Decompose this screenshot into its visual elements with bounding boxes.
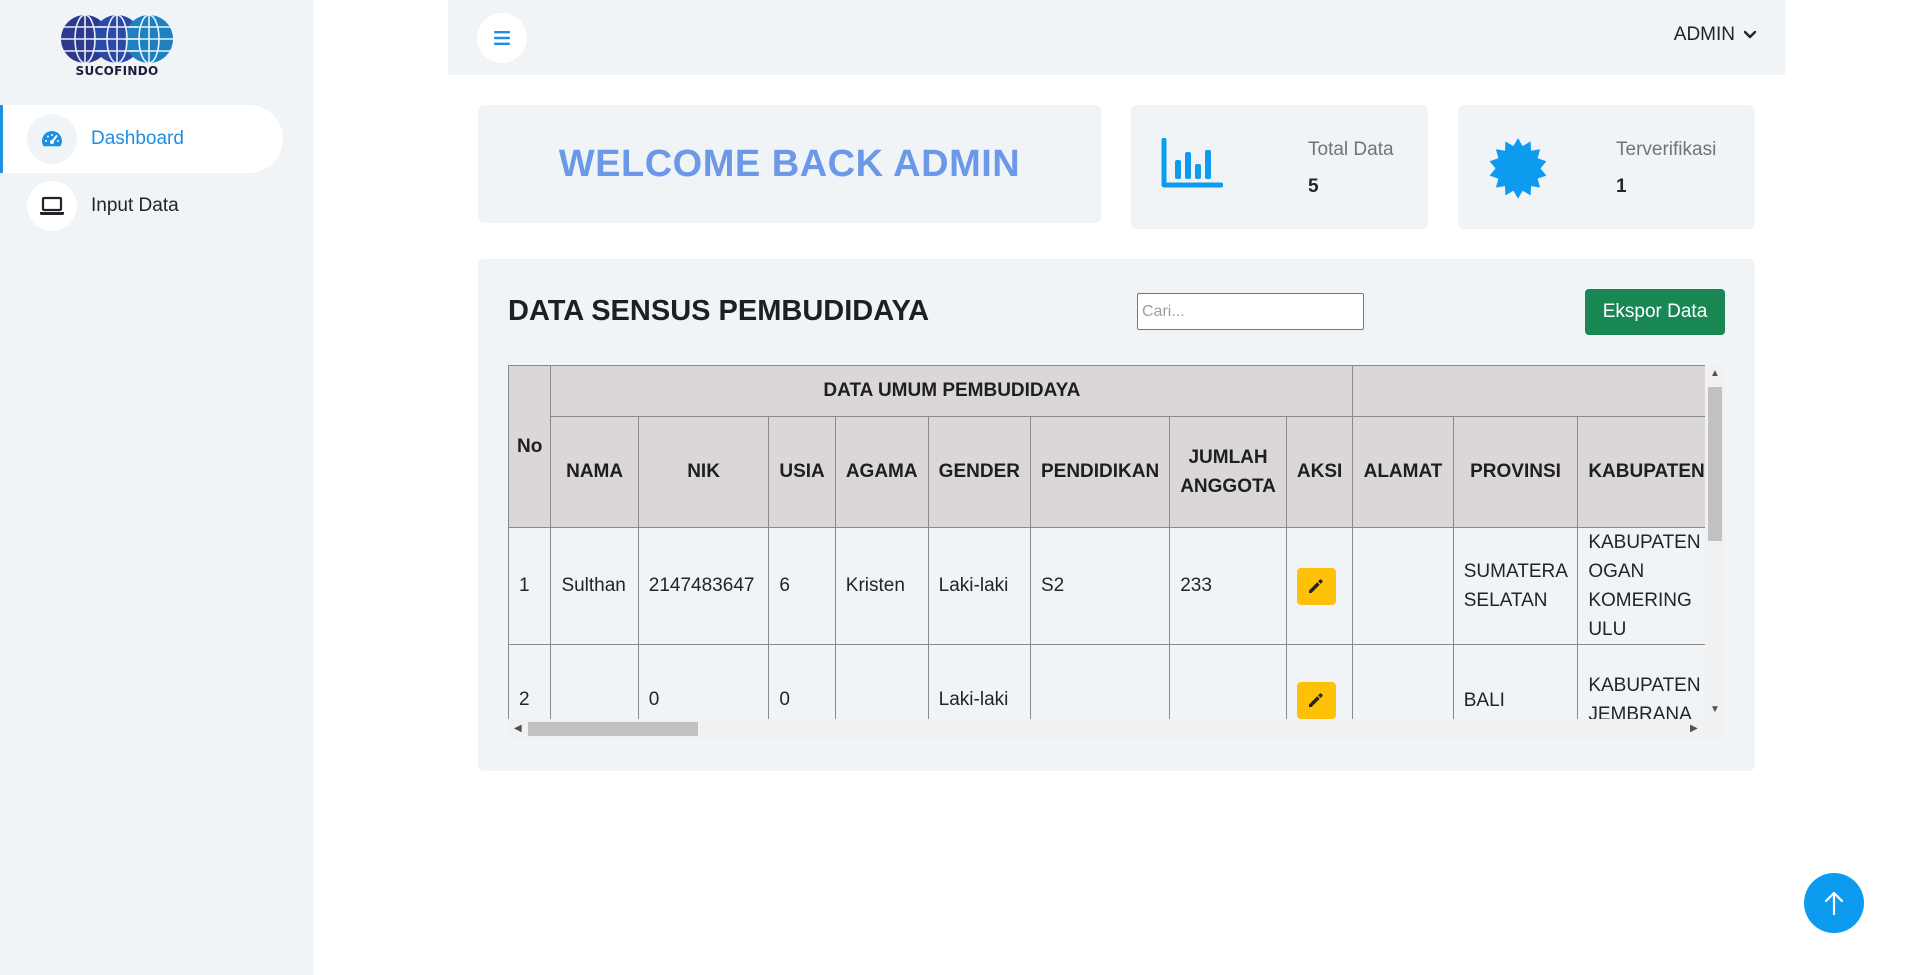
group-header-data-umum: DATA UMUM PEMBUDIDAYA: [550, 365, 1354, 417]
sidebar-item-label: Input Data: [91, 195, 179, 216]
cell-provinsi: SUMATERA SELATAN: [1452, 527, 1579, 645]
welcome-card: WELCOME BACK ADMIN: [478, 105, 1101, 223]
horizontal-scrollbar-thumb[interactable]: [528, 722, 698, 736]
verified-badge-icon: [1487, 137, 1549, 204]
table-title: DATA SENSUS PEMBUDIDAYA: [508, 295, 930, 327]
column-header-gender: GENDER: [927, 416, 1031, 528]
cell-kabupaten: KABUPATEN OGAN KOMERING ULU: [1577, 527, 1725, 645]
logo-text: SUCOFINDO: [75, 64, 159, 78]
cell-pendidikan: S2: [1029, 527, 1171, 645]
cell-alamat: [1352, 527, 1454, 645]
column-header-pendidikan: PENDIDIKAN: [1029, 416, 1171, 528]
scroll-left-arrow-icon[interactable]: ◀: [514, 724, 522, 734]
column-header-nik: NIK: [637, 416, 770, 528]
bar-chart-icon: [1161, 137, 1224, 195]
column-header-nama: NAMA: [550, 416, 639, 528]
group-header-empty: [1352, 365, 1725, 417]
topbar: ADMIN: [448, 0, 1785, 75]
user-menu-label: ADMIN: [1673, 24, 1735, 45]
search-input[interactable]: [1137, 293, 1364, 330]
column-header-kabupaten: KABUPATEN/: [1577, 416, 1725, 528]
table-viewport[interactable]: No DATA UMUM PEMBUDIDAYA NAMA NIK USIA A…: [508, 365, 1725, 739]
cell-jumlah-anggota: 233: [1169, 527, 1287, 645]
column-header-jumlah-anggota: JUMLAH ANGGOTA: [1169, 416, 1287, 528]
pencil-icon: [1309, 579, 1324, 593]
data-table-card: DATA SENSUS PEMBUDIDAYA Ekspor Data No D…: [478, 259, 1755, 771]
sidebar-item-dashboard[interactable]: Dashboard: [0, 105, 283, 173]
sucofindo-logo[interactable]: SUCOFINDO: [60, 14, 174, 80]
hamburger-icon: [494, 31, 510, 45]
column-header-agama: AGAMA: [834, 416, 929, 528]
hamburger-menu-button[interactable]: [477, 13, 527, 63]
sidebar: SUCOFINDO Dashboard Input Data: [0, 0, 313, 975]
cell-no: 1: [508, 527, 552, 645]
pencil-icon: [1309, 693, 1324, 707]
export-data-button[interactable]: Ekspor Data: [1585, 289, 1725, 335]
user-menu-dropdown[interactable]: ADMIN: [1674, 24, 1757, 46]
stat-value: 5: [1308, 176, 1319, 197]
column-header-provinsi: PROVINSI: [1452, 416, 1579, 528]
scroll-right-arrow-icon[interactable]: ▶: [1690, 724, 1698, 734]
vertical-scrollbar[interactable]: ▲ ▼: [1705, 365, 1725, 719]
welcome-heading: WELCOME BACK ADMIN: [558, 142, 1021, 185]
stat-card-total-data: Total Data 5: [1131, 105, 1428, 229]
globe-logo-icon: [61, 15, 173, 63]
edit-button[interactable]: [1296, 681, 1336, 719]
cell-aksi: [1285, 527, 1354, 645]
column-header-alamat: ALAMAT: [1352, 416, 1454, 528]
stat-card-terverifikasi: Terverifikasi 1: [1458, 105, 1755, 229]
chevron-down-icon: [1743, 30, 1757, 39]
stat-label: Total Data: [1308, 139, 1394, 160]
arrow-up-icon: [1824, 891, 1844, 916]
scroll-down-arrow-icon[interactable]: ▼: [1710, 705, 1720, 715]
speedometer-icon: [27, 114, 77, 164]
census-table: No DATA UMUM PEMBUDIDAYA NAMA NIK USIA A…: [508, 365, 1725, 739]
column-header-aksi: AKSI: [1285, 416, 1354, 528]
edit-button[interactable]: [1296, 567, 1336, 605]
vertical-scrollbar-thumb[interactable]: [1708, 387, 1722, 541]
cell-gender: Laki-laki: [927, 527, 1031, 645]
horizontal-scrollbar[interactable]: ◀ ▶: [508, 719, 1725, 739]
sidebar-item-input-data[interactable]: Input Data: [0, 172, 179, 240]
laptop-icon: [27, 181, 77, 231]
column-header-usia: USIA: [768, 416, 836, 528]
scroll-to-top-button[interactable]: [1804, 873, 1864, 933]
sidebar-item-label: Dashboard: [91, 128, 184, 149]
cell-nik: 2147483647: [637, 527, 770, 645]
column-header-no: No: [508, 365, 552, 528]
scroll-up-arrow-icon[interactable]: ▲: [1710, 369, 1720, 379]
cell-agama: Kristen: [834, 527, 929, 645]
stat-label: Terverifikasi: [1616, 139, 1717, 160]
stat-value: 1: [1616, 176, 1627, 197]
cell-usia: 6: [768, 527, 836, 645]
table-row: 1 Sulthan 2147483647 6 Kristen Laki-laki…: [508, 527, 1725, 645]
cell-nama: Sulthan: [550, 527, 639, 645]
